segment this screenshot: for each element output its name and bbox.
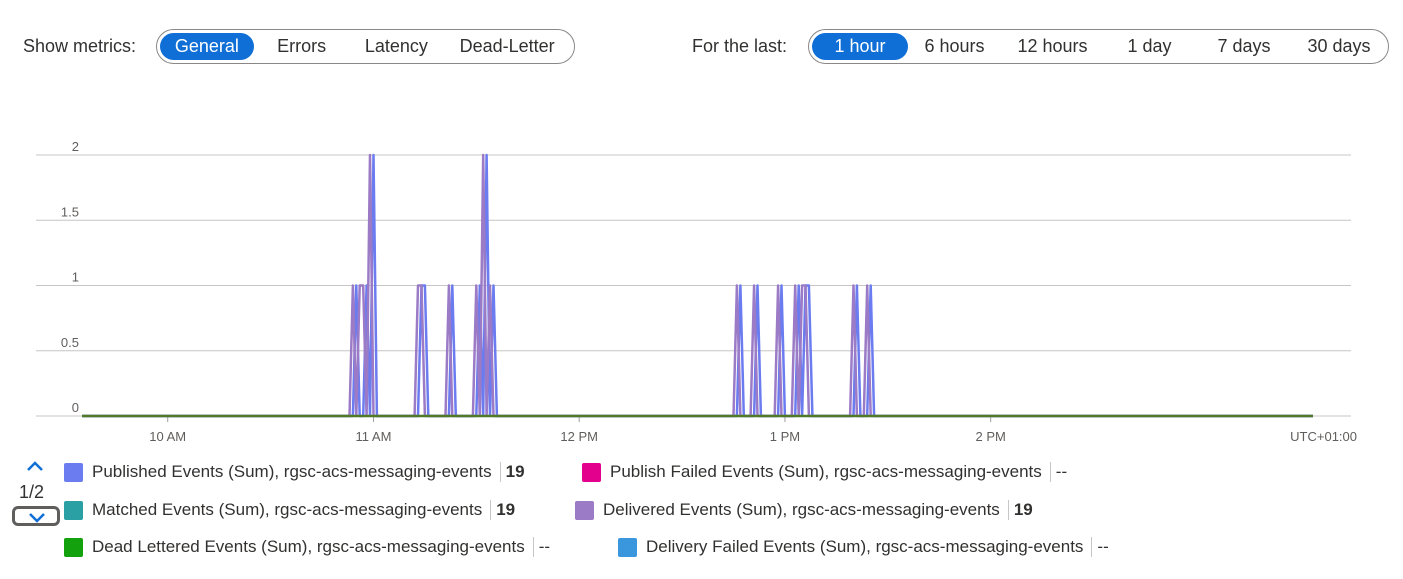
legend-swatch (64, 537, 83, 557)
timezone-label: UTC+01:00 (1290, 429, 1357, 444)
metrics-selector: General Errors Latency Dead-Letter (156, 29, 575, 64)
time-1-day-tab[interactable]: 1 day (1104, 33, 1195, 60)
legend-divider (1007, 500, 1009, 520)
legend-label: Dead Lettered Events (Sum), rgsc-acs-mes… (92, 537, 525, 556)
legend-swatch (64, 500, 83, 520)
x-tick-label: 1 PM (770, 429, 800, 444)
metric-general-tab[interactable]: General (160, 33, 254, 60)
x-tick-label: 10 AM (149, 429, 186, 444)
legend-divider (532, 537, 534, 557)
x-tick-label: 12 PM (560, 429, 598, 444)
legend-item-dead-lettered[interactable]: Dead Lettered Events (Sum), rgsc-acs-mes… (64, 535, 550, 559)
y-tick-label: 1 (72, 270, 79, 285)
legend-item-matched[interactable]: Matched Events (Sum), rgsc-acs-messaging… (64, 498, 515, 522)
legend-value: -- (1097, 537, 1109, 556)
time-6-hours-tab[interactable]: 6 hours (908, 33, 1001, 60)
time-7-days-tab[interactable]: 7 days (1195, 33, 1293, 60)
events-line-chart: 0 0.5 1 1.5 2 10 AM 11 AM 12 PM 1 PM 2 PM UTC+01:0… (36, 139, 1357, 444)
legend-divider (499, 462, 501, 482)
show-metrics-label: Show metrics: (23, 36, 137, 56)
x-tick-label: 2 PM (976, 429, 1006, 444)
legend-swatch (582, 462, 601, 482)
legend-item-publish-failed[interactable]: Publish Failed Events (Sum), rgsc-acs-me… (582, 460, 1067, 484)
time-12-hours-tab[interactable]: 12 hours (1001, 33, 1104, 60)
legend-label: Matched Events (Sum), rgsc-acs-messaging… (92, 500, 483, 519)
legend-divider (1091, 537, 1093, 557)
legend-swatch (618, 537, 637, 557)
legend-page-up-icon[interactable] (26, 460, 44, 472)
y-tick-label: 2 (72, 139, 79, 154)
time-range-selector: 1 hour 6 hours 12 hours 1 day 7 days 30 … (808, 29, 1389, 64)
metric-errors-tab[interactable]: Errors (254, 33, 350, 60)
legend-pager-indicator: 1/2 (19, 482, 45, 502)
chart-legend: 1/2 Published Events (Sum), rgsc-acs-mes… (0, 455, 1403, 579)
time-1-hour-tab[interactable]: 1 hour (812, 33, 908, 60)
y-tick-label: 0 (72, 400, 79, 415)
y-tick-label: 1.5 (61, 204, 79, 219)
legend-item-delivery-failed[interactable]: Delivery Failed Events (Sum), rgsc-acs-m… (618, 535, 1109, 559)
legend-label: Published Events (Sum), rgsc-acs-messagi… (92, 462, 492, 481)
metric-latency-tab[interactable]: Latency (350, 33, 444, 60)
legend-swatch (64, 462, 83, 482)
legend-value: -- (1055, 462, 1068, 481)
legend-value: 19 (1013, 500, 1033, 519)
x-tick-label: 11 AM (356, 429, 392, 444)
legend-item-delivered[interactable]: Delivered Events (Sum), rgsc-acs-messagi… (575, 498, 1033, 522)
legend-page-down-button[interactable] (12, 506, 60, 526)
legend-label: Delivery Failed Events (Sum), rgsc-acs-m… (646, 537, 1084, 556)
legend-label: Publish Failed Events (Sum), rgsc-acs-me… (610, 462, 1042, 481)
chevron-down-icon (29, 513, 45, 523)
legend-item-published[interactable]: Published Events (Sum), rgsc-acs-messagi… (64, 460, 525, 484)
legend-divider (490, 500, 492, 520)
legend-divider (1049, 462, 1051, 482)
legend-label: Delivered Events (Sum), rgsc-acs-messagi… (603, 500, 1000, 519)
y-tick-label: 0.5 (61, 335, 79, 350)
legend-value: 19 (505, 462, 525, 481)
time-30-days-tab[interactable]: 30 days (1293, 33, 1385, 60)
legend-value: 19 (496, 500, 516, 519)
legend-swatch (575, 500, 594, 520)
legend-value: -- (538, 537, 551, 556)
metric-dead-letter-tab[interactable]: Dead-Letter (443, 33, 571, 60)
for-the-last-label: For the last: (692, 36, 788, 56)
